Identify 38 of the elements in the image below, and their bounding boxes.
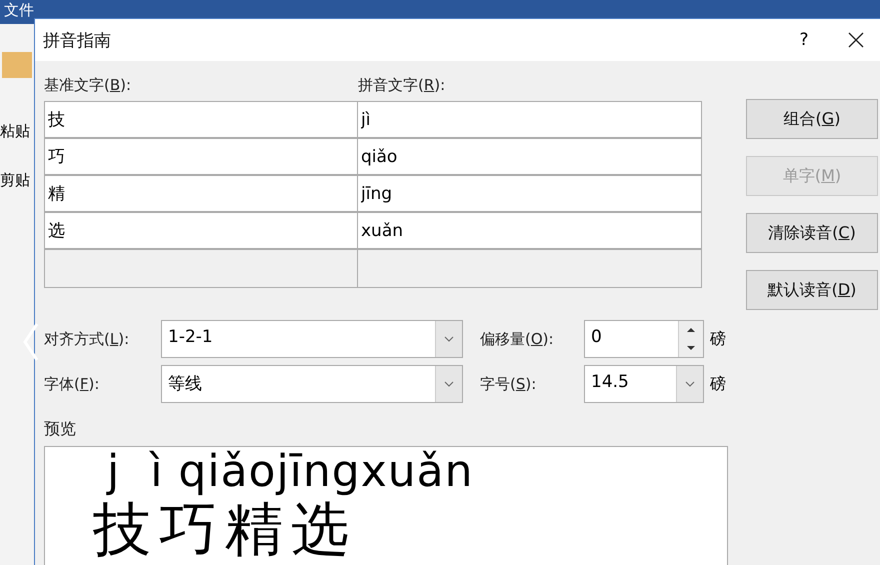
alignment-label: 对齐方式(L):	[44, 330, 130, 348]
font-dropdown[interactable]: 等线	[161, 365, 463, 403]
close-icon	[848, 32, 864, 48]
spin-up-icon[interactable]	[686, 327, 696, 333]
preview-pinyin: j ì qiǎojīngxuǎn	[107, 447, 474, 497]
action-button[interactable]: 默认读音(D)	[746, 270, 878, 310]
preview-characters: 技巧精选	[93, 497, 357, 561]
action-button[interactable]: 组合(G)	[746, 99, 878, 139]
chevron-down-icon	[685, 381, 695, 387]
window-title: 拼音指南	[43, 30, 112, 52]
chevron-down-icon	[444, 336, 454, 342]
help-button[interactable]: ?	[776, 22, 832, 58]
base-text-field[interactable]: 巧	[45, 139, 358, 176]
ruby-text-field[interactable]: jì	[358, 102, 701, 139]
offset-spinner[interactable]: 0	[584, 320, 704, 358]
offset-label: 偏移量(O):	[480, 330, 554, 348]
chevron-left-icon[interactable]	[23, 322, 39, 362]
ruby-text-field[interactable]: qiǎo	[358, 139, 701, 176]
preview-label: 预览	[44, 419, 77, 440]
unit-label: 磅	[710, 328, 726, 350]
ribbon-tab[interactable]: 文件	[0, 0, 38, 20]
font-label: 字体(F):	[44, 375, 100, 393]
chevron-down-icon	[444, 381, 454, 387]
unit-label: 磅	[710, 374, 726, 394]
font-size-dropdown[interactable]: 14.5	[584, 365, 704, 403]
base-text-field[interactable]: 技	[45, 102, 358, 139]
action-button[interactable]: 清除读音(C)	[746, 213, 878, 253]
spin-down-icon[interactable]	[686, 345, 696, 351]
ruby-text-field[interactable]: xuǎn	[358, 213, 701, 250]
base-text-field[interactable]: 选	[45, 213, 358, 250]
alignment-dropdown[interactable]: 1-2-1	[161, 320, 463, 358]
base-text-label: 基准文字(B):	[44, 76, 132, 94]
clipboard-label: 粘贴	[0, 122, 30, 141]
ruby-text-field[interactable]: jīng	[358, 176, 701, 213]
ruby-text-label: 拼音文字(R):	[358, 76, 446, 94]
base-text-field[interactable]: 精	[45, 176, 358, 213]
font-size-label: 字号(S):	[480, 375, 536, 393]
clipboard-label: 剪贴	[0, 171, 30, 190]
